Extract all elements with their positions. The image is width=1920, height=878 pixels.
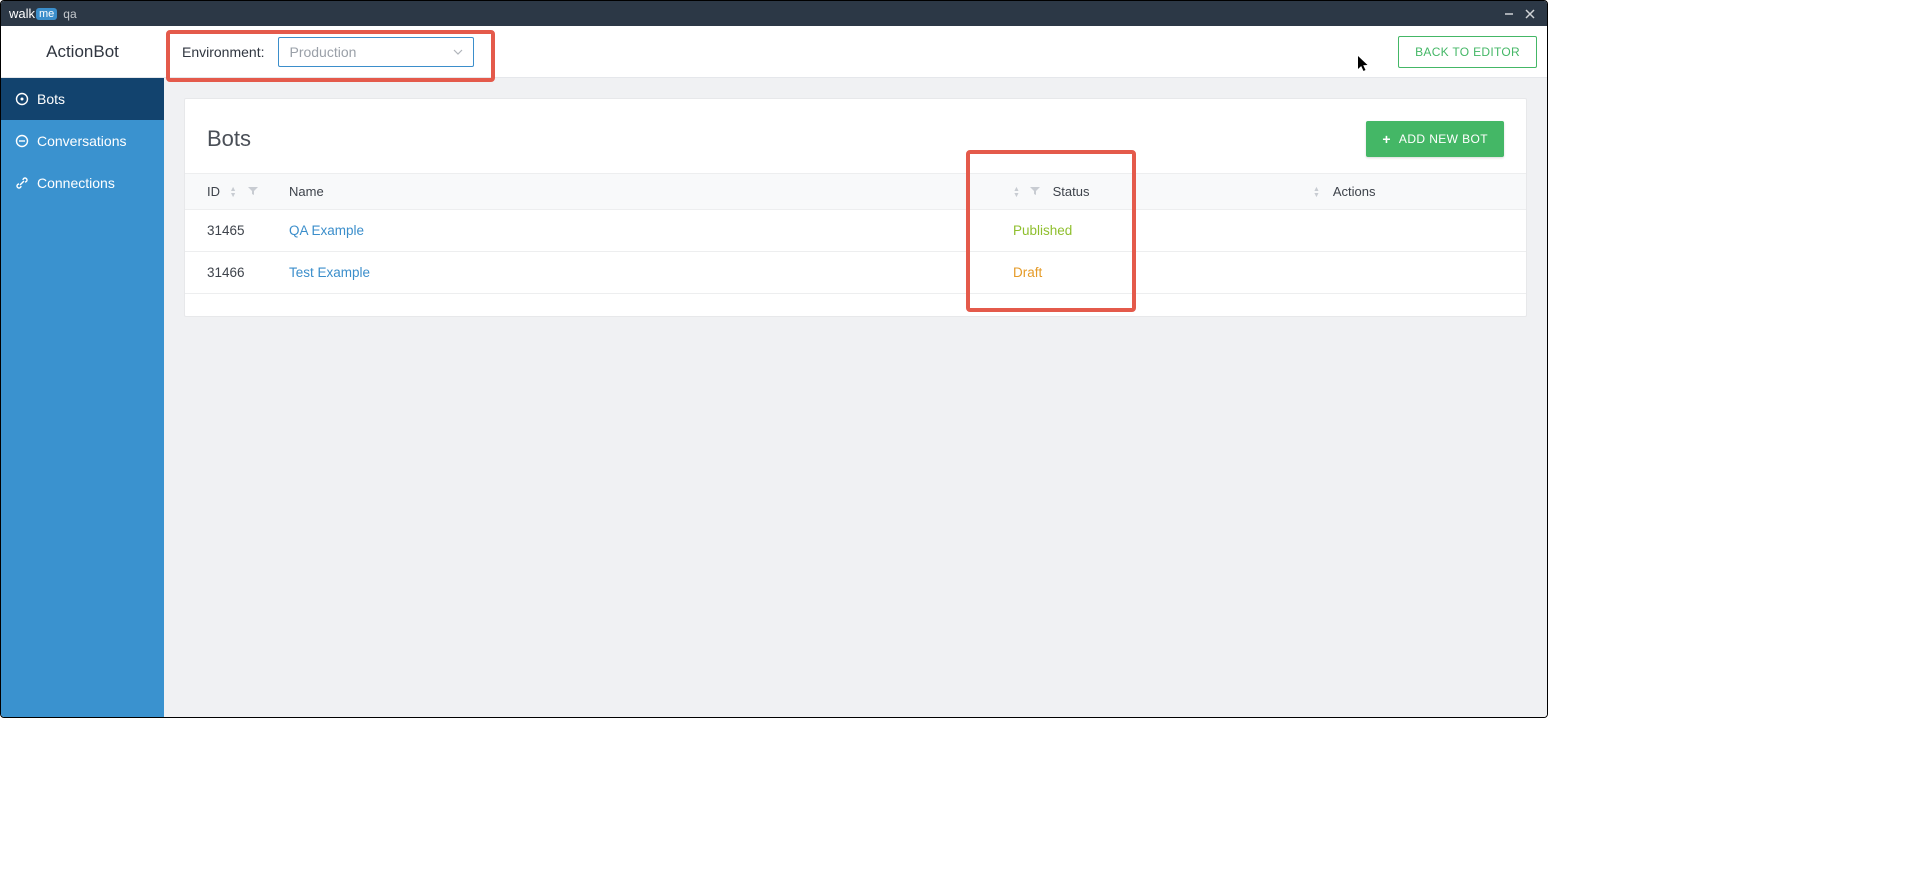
cell-name: QA Example (277, 210, 1001, 252)
cell-status: Published (1001, 210, 1301, 252)
column-header-name[interactable]: Name (277, 174, 1001, 210)
table-row: 31466 Test Example Draft (185, 252, 1526, 294)
brand-text-me: me (36, 8, 57, 20)
cell-status: Draft (1001, 252, 1301, 294)
filter-icon[interactable] (1030, 187, 1043, 199)
close-icon (1525, 9, 1535, 19)
sort-icon: ▲▼ (1013, 187, 1020, 199)
bots-table: ID ▲▼ Name ▲▼ (185, 173, 1526, 294)
brand-logo: walkme (9, 6, 57, 21)
environment-select-value: Production (289, 44, 356, 60)
column-header-id[interactable]: ID ▲▼ (185, 174, 277, 210)
cell-actions (1301, 252, 1526, 294)
sort-icon: ▲▼ (1313, 187, 1320, 199)
sidebar-item-conversations[interactable]: Conversations (1, 120, 164, 162)
content-area: Bots Conversations Connections Bots (1, 78, 1547, 717)
column-header-status[interactable]: ▲▼ Status (1001, 174, 1301, 210)
sidebar-item-connections[interactable]: Connections (1, 162, 164, 204)
bot-name-link[interactable]: QA Example (289, 223, 364, 238)
app-window: walkme qa ActionBot Environment: Product… (0, 0, 1548, 718)
environment-label: Environment: (182, 44, 264, 60)
status-badge: Draft (1013, 265, 1042, 280)
conversations-icon (15, 134, 29, 148)
page-title: Bots (207, 126, 251, 152)
sidebar: Bots Conversations Connections (1, 78, 164, 717)
minimize-button[interactable] (1500, 5, 1518, 23)
app-name: ActionBot (46, 42, 119, 62)
topbar: ActionBot Environment: Production BACK T… (1, 26, 1547, 78)
cell-actions (1301, 210, 1526, 252)
sidebar-item-label: Connections (37, 175, 115, 191)
cell-id: 31465 (185, 210, 277, 252)
add-new-bot-button[interactable]: + ADD NEW BOT (1366, 121, 1504, 157)
close-button[interactable] (1521, 5, 1539, 23)
status-badge: Published (1013, 223, 1072, 238)
back-to-editor-button[interactable]: BACK TO EDITOR (1398, 36, 1537, 68)
table-header-row: ID ▲▼ Name ▲▼ (185, 174, 1526, 210)
column-header-status-label: Status (1053, 184, 1090, 199)
app-name-area: ActionBot (1, 26, 164, 77)
titlebar: walkme qa (1, 1, 1547, 26)
connections-icon (15, 176, 29, 190)
column-header-actions-label: Actions (1333, 184, 1376, 199)
bot-name-link[interactable]: Test Example (289, 265, 370, 280)
panel-header: Bots + ADD NEW BOT (185, 121, 1526, 157)
sidebar-item-bots[interactable]: Bots (1, 78, 164, 120)
bots-panel: Bots + ADD NEW BOT ID ▲▼ (184, 98, 1527, 317)
column-header-actions[interactable]: ▲▼ Actions (1301, 174, 1526, 210)
cell-name: Test Example (277, 252, 1001, 294)
main-area: Bots + ADD NEW BOT ID ▲▼ (164, 78, 1547, 717)
add-new-bot-label: ADD NEW BOT (1399, 132, 1488, 146)
bots-icon (15, 92, 29, 106)
column-header-name-label: Name (289, 184, 324, 199)
environment-area: Environment: Production (164, 26, 474, 77)
chevron-down-icon (453, 46, 463, 58)
sidebar-item-label: Conversations (37, 133, 127, 149)
minimize-icon (1504, 9, 1514, 19)
filter-icon[interactable] (248, 187, 258, 199)
table-row: 31465 QA Example Published (185, 210, 1526, 252)
plus-icon: + (1382, 131, 1391, 147)
column-header-id-label: ID (207, 184, 220, 199)
cell-id: 31466 (185, 252, 277, 294)
brand-text-walk: walk (9, 6, 35, 21)
titlebar-env: qa (63, 7, 76, 21)
environment-select[interactable]: Production (278, 37, 474, 67)
sidebar-item-label: Bots (37, 91, 65, 107)
sort-icon: ▲▼ (230, 187, 237, 199)
